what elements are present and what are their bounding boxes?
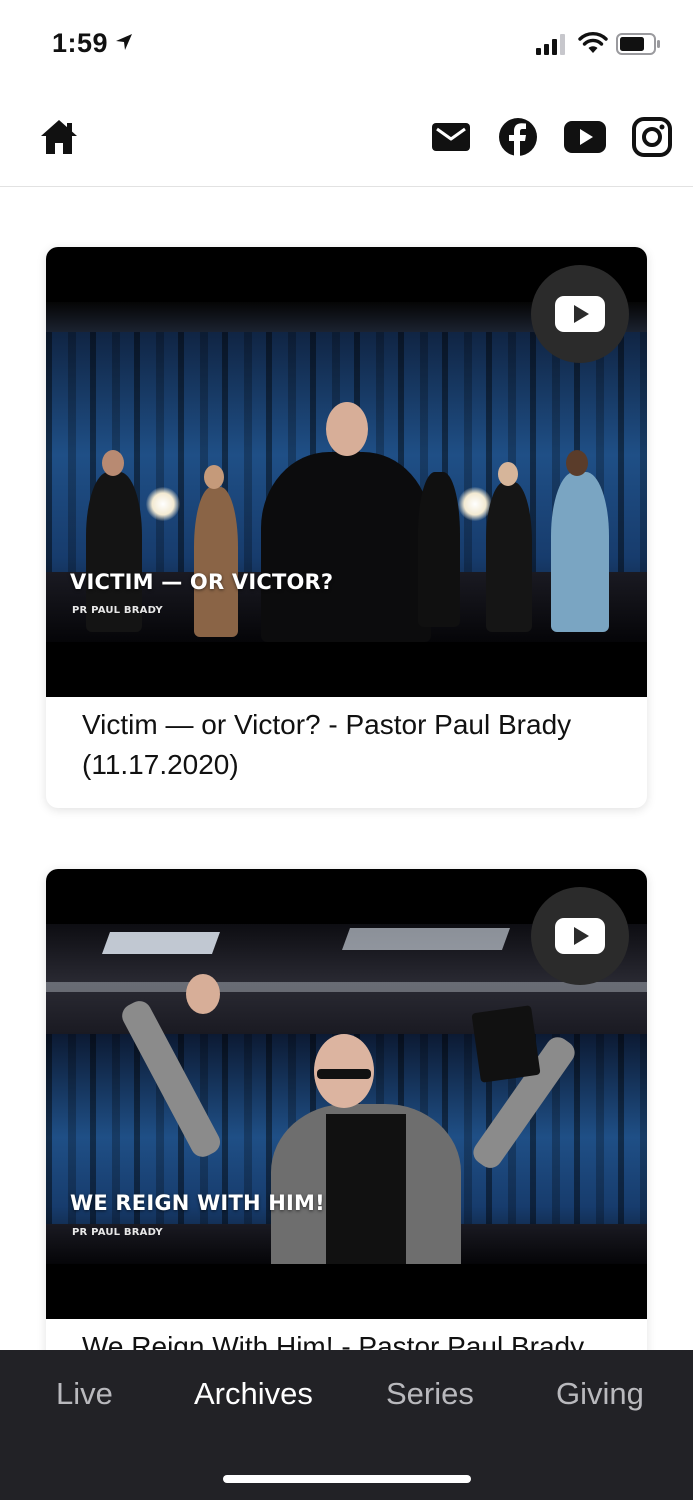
youtube-play-icon <box>555 918 605 954</box>
video-card[interactable]: VICTIM — OR VICTOR? PR PAUL BRADY Victim… <box>46 247 647 808</box>
facebook-icon[interactable] <box>497 116 539 158</box>
video-thumbnail[interactable]: VICTIM — OR VICTOR? PR PAUL BRADY <box>46 247 647 697</box>
tab-archives[interactable]: Archives <box>194 1376 313 1412</box>
app-header <box>0 90 693 187</box>
thumbnail-overlay-subtitle: PR PAUL BRADY <box>72 605 163 616</box>
youtube-play-button[interactable] <box>531 887 629 985</box>
video-card[interactable]: WE REIGN WITH HIM! PR PAUL BRADY We Reig… <box>46 869 647 1350</box>
home-indicator <box>223 1475 471 1483</box>
archives-feed[interactable]: VICTIM — OR VICTOR? PR PAUL BRADY Victim… <box>0 187 693 1350</box>
bottom-tab-bar: Live Archives Series Giving <box>0 1350 693 1500</box>
location-arrow-icon <box>116 34 132 50</box>
video-title[interactable]: We Reign With Him! - Pastor Paul Brady <box>82 1327 622 1350</box>
youtube-play-button[interactable] <box>531 265 629 363</box>
thumbnail-overlay-title: VICTIM — OR VICTOR? <box>70 570 334 594</box>
mail-icon[interactable] <box>430 116 472 158</box>
youtube-play-icon <box>555 296 605 332</box>
status-time: 1:59 <box>52 28 109 58</box>
wifi-icon <box>578 32 608 53</box>
home-icon[interactable] <box>38 116 80 158</box>
tab-giving[interactable]: Giving <box>556 1376 644 1412</box>
instagram-icon[interactable] <box>631 116 673 158</box>
cellular-signal-icon <box>536 34 565 55</box>
thumbnail-overlay-title: WE REIGN WITH HIM! <box>70 1191 325 1215</box>
tab-series[interactable]: Series <box>386 1376 474 1412</box>
status-bar: 1:59 <box>0 0 693 90</box>
youtube-icon[interactable] <box>564 116 606 158</box>
video-thumbnail[interactable]: WE REIGN WITH HIM! PR PAUL BRADY <box>46 869 647 1319</box>
tab-live[interactable]: Live <box>56 1376 113 1412</box>
battery-icon <box>616 33 660 55</box>
thumbnail-overlay-subtitle: PR PAUL BRADY <box>72 1227 163 1238</box>
video-title[interactable]: Victim — or Victor? - Pastor Paul Brady … <box>82 705 622 785</box>
